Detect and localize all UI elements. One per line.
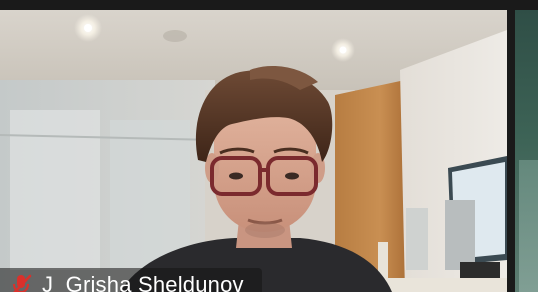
participant-video-tile[interactable]: J_Grisha Sheldunov	[0, 10, 507, 292]
participant-name: J_Grisha Sheldunov	[42, 272, 244, 292]
adjacent-participant-tile[interactable]	[515, 10, 538, 292]
participant-video-feed	[0, 10, 507, 292]
video-gallery: J_Grisha Sheldunov	[0, 0, 538, 292]
adjacent-video-feed	[519, 160, 538, 292]
mic-muted-icon	[13, 274, 32, 292]
participant-name-label: J_Grisha Sheldunov	[0, 268, 262, 292]
